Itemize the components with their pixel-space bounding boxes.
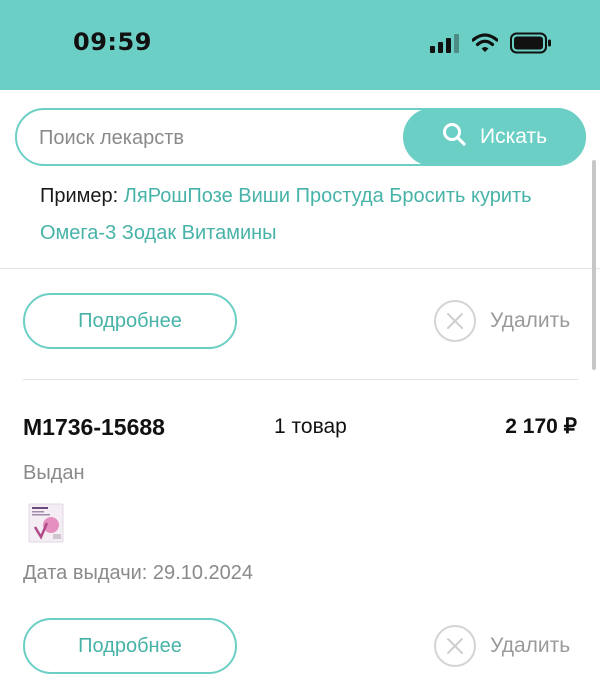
order-status: Выдан: [23, 462, 85, 484]
example-link[interactable]: Зодак: [122, 222, 176, 244]
product-thumbnail: [27, 503, 65, 543]
order-number: M1736-15688: [23, 414, 165, 440]
search-examples: Пример: ЛяРошПозе Виши Простуда Бросить …: [40, 178, 560, 252]
close-icon: [434, 625, 476, 667]
example-link[interactable]: ЛяРошПозе: [124, 185, 233, 207]
example-link[interactable]: Виши: [238, 185, 290, 207]
search-input[interactable]: [39, 124, 399, 152]
signal-icon: [430, 33, 460, 58]
order-divider: [23, 379, 578, 380]
section-divider: [0, 268, 600, 269]
delete-label: Удалить: [490, 309, 571, 332]
search-button[interactable]: Искать: [403, 108, 586, 166]
wifi-icon: [471, 33, 499, 58]
close-icon: [434, 300, 476, 342]
details-button[interactable]: Подробнее: [23, 618, 237, 674]
order-item-count: 1 товар: [274, 415, 347, 438]
example-link[interactable]: Витамины: [182, 222, 277, 244]
scrollbar[interactable]: [592, 160, 596, 370]
battery-icon: [510, 32, 552, 59]
delete-label: Удалить: [490, 634, 571, 657]
status-icons: [430, 32, 552, 59]
status-time: 09:59: [73, 28, 152, 56]
examples-label: Пример:: [40, 185, 119, 207]
example-link[interactable]: Омега-3: [40, 222, 116, 244]
status-bar: 09:59: [0, 0, 600, 90]
example-link[interactable]: Простуда: [296, 185, 384, 207]
order-total: 2 170 ₽: [505, 415, 577, 438]
example-link[interactable]: Бросить курить: [389, 185, 531, 207]
search-bar: Искать: [15, 108, 586, 166]
delete-button[interactable]: Удалить: [434, 299, 570, 343]
delete-button[interactable]: Удалить: [434, 624, 570, 668]
search-icon: [442, 122, 466, 152]
details-button[interactable]: Подробнее: [23, 293, 237, 349]
search-button-label: Искать: [479, 125, 548, 148]
order-date: Дата выдачи: 29.10.2024: [23, 562, 253, 584]
